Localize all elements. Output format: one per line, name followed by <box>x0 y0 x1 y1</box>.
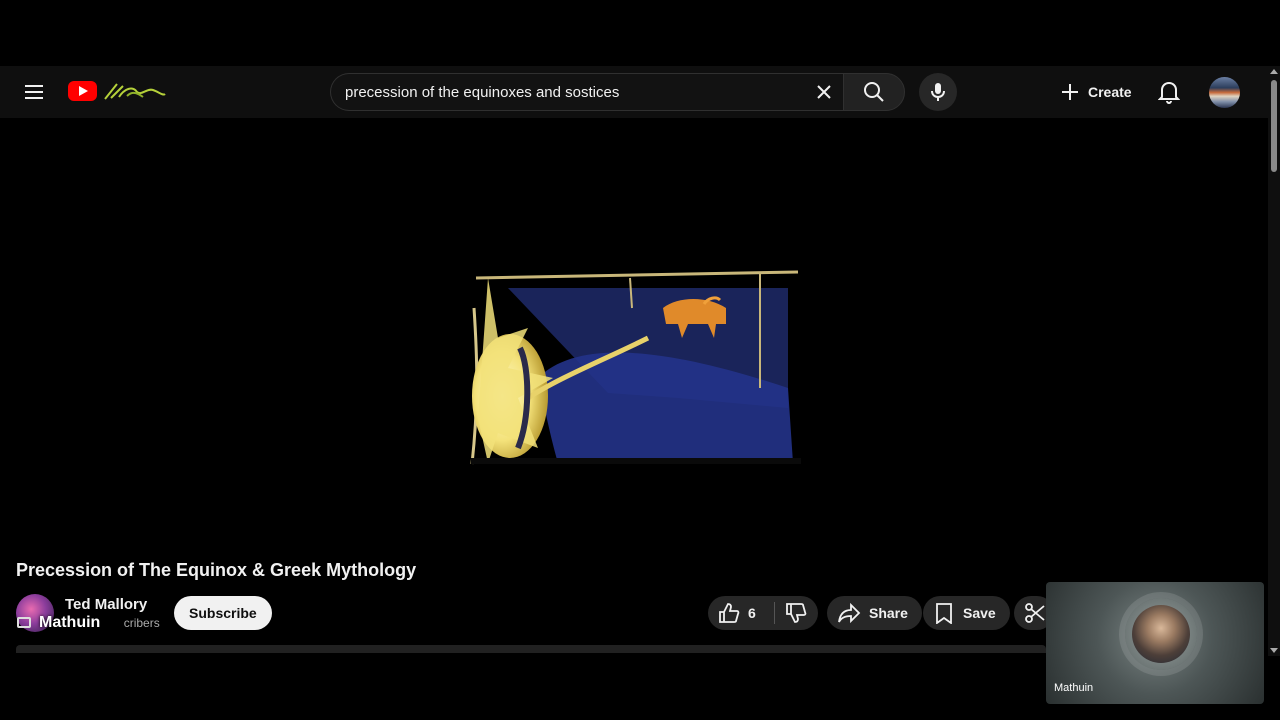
create-button[interactable]: Create <box>1052 75 1144 109</box>
mic-icon <box>931 83 945 101</box>
clear-icon[interactable] <box>811 79 837 105</box>
search-button[interactable] <box>843 73 905 111</box>
search-box <box>330 73 843 111</box>
video-player[interactable] <box>0 118 1268 546</box>
share-label: Share <box>869 605 908 621</box>
clip-icon <box>1025 603 1045 623</box>
scroll-thumb[interactable] <box>1271 80 1277 172</box>
dislike-button[interactable] <box>775 596 817 630</box>
bell-icon <box>1158 81 1180 104</box>
share-button[interactable]: Share <box>827 596 922 630</box>
subscribe-button[interactable]: Subscribe <box>174 596 272 630</box>
account-avatar[interactable] <box>1209 77 1240 108</box>
search-input[interactable] <box>345 74 805 110</box>
menu-icon[interactable] <box>20 78 48 106</box>
participant-name: Mathuin <box>1054 682 1094 694</box>
presenter-name-overlay: Mathuin <box>39 614 101 631</box>
participant-avatar <box>1125 598 1197 670</box>
video-title: Precession of The Equinox & Greek Mythol… <box>16 560 417 580</box>
notifications-button[interactable] <box>1153 76 1185 108</box>
channel-name[interactable]: Ted Mallory <box>65 596 147 613</box>
save-icon <box>936 603 952 624</box>
like-dislike-group: 6 <box>708 596 818 630</box>
dislike-icon <box>786 603 807 623</box>
voice-search-button[interactable] <box>919 73 957 111</box>
create-label: Create <box>1088 84 1132 100</box>
home-logo[interactable] <box>68 80 167 102</box>
video-frame <box>468 268 802 468</box>
like-icon <box>719 603 740 623</box>
save-label: Save <box>963 605 996 621</box>
participant-face <box>1132 605 1190 663</box>
page-scrollbar[interactable] <box>1268 66 1280 656</box>
share-icon <box>838 602 861 624</box>
screen-share-icon <box>17 617 31 628</box>
masthead: Create <box>0 66 1268 118</box>
like-count: 6 <box>748 605 756 621</box>
like-button[interactable]: 6 <box>708 596 768 630</box>
participant-video-tile[interactable]: Mathuin <box>1046 582 1264 704</box>
save-button[interactable]: Save <box>923 596 1010 630</box>
scroll-down-arrow[interactable] <box>1270 648 1278 653</box>
youtube-logo-icon <box>68 81 97 101</box>
channel-doodle-logo <box>104 83 166 100</box>
scroll-up-arrow[interactable] <box>1270 69 1278 74</box>
subscriber-count-text: cribers <box>123 616 160 630</box>
search-icon <box>864 82 884 102</box>
plus-icon <box>1062 84 1078 100</box>
